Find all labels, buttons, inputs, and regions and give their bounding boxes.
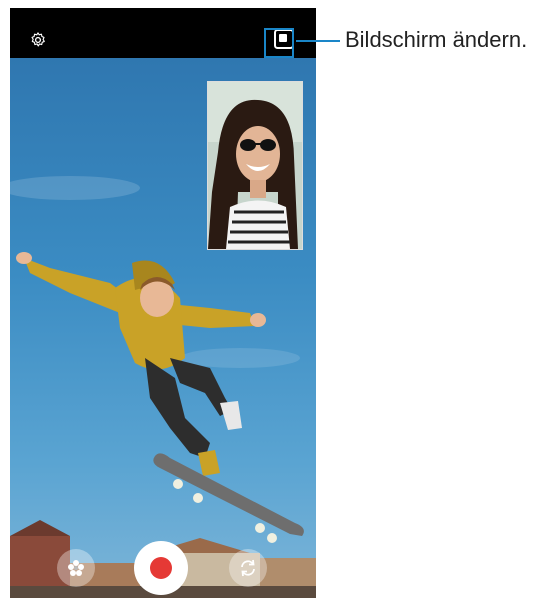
- callout-line: [296, 40, 340, 42]
- callout-label: Bildschirm ändern.: [345, 27, 528, 52]
- callout-highlight: [264, 28, 294, 58]
- record-icon: [150, 557, 172, 579]
- selfie-photo: [208, 82, 302, 249]
- record-button[interactable]: [134, 541, 188, 595]
- effects-button[interactable]: [57, 549, 95, 587]
- flip-camera-icon: [241, 559, 255, 577]
- settings-button[interactable]: [29, 31, 47, 49]
- flip-camera-button[interactable]: [229, 549, 267, 587]
- viewfinder[interactable]: [10, 58, 316, 598]
- camera-screen: [10, 8, 316, 598]
- front-camera-preview[interactable]: [207, 81, 303, 250]
- camera-controls: [10, 536, 316, 598]
- flower-icon: [68, 560, 84, 576]
- gear-icon: [31, 32, 45, 47]
